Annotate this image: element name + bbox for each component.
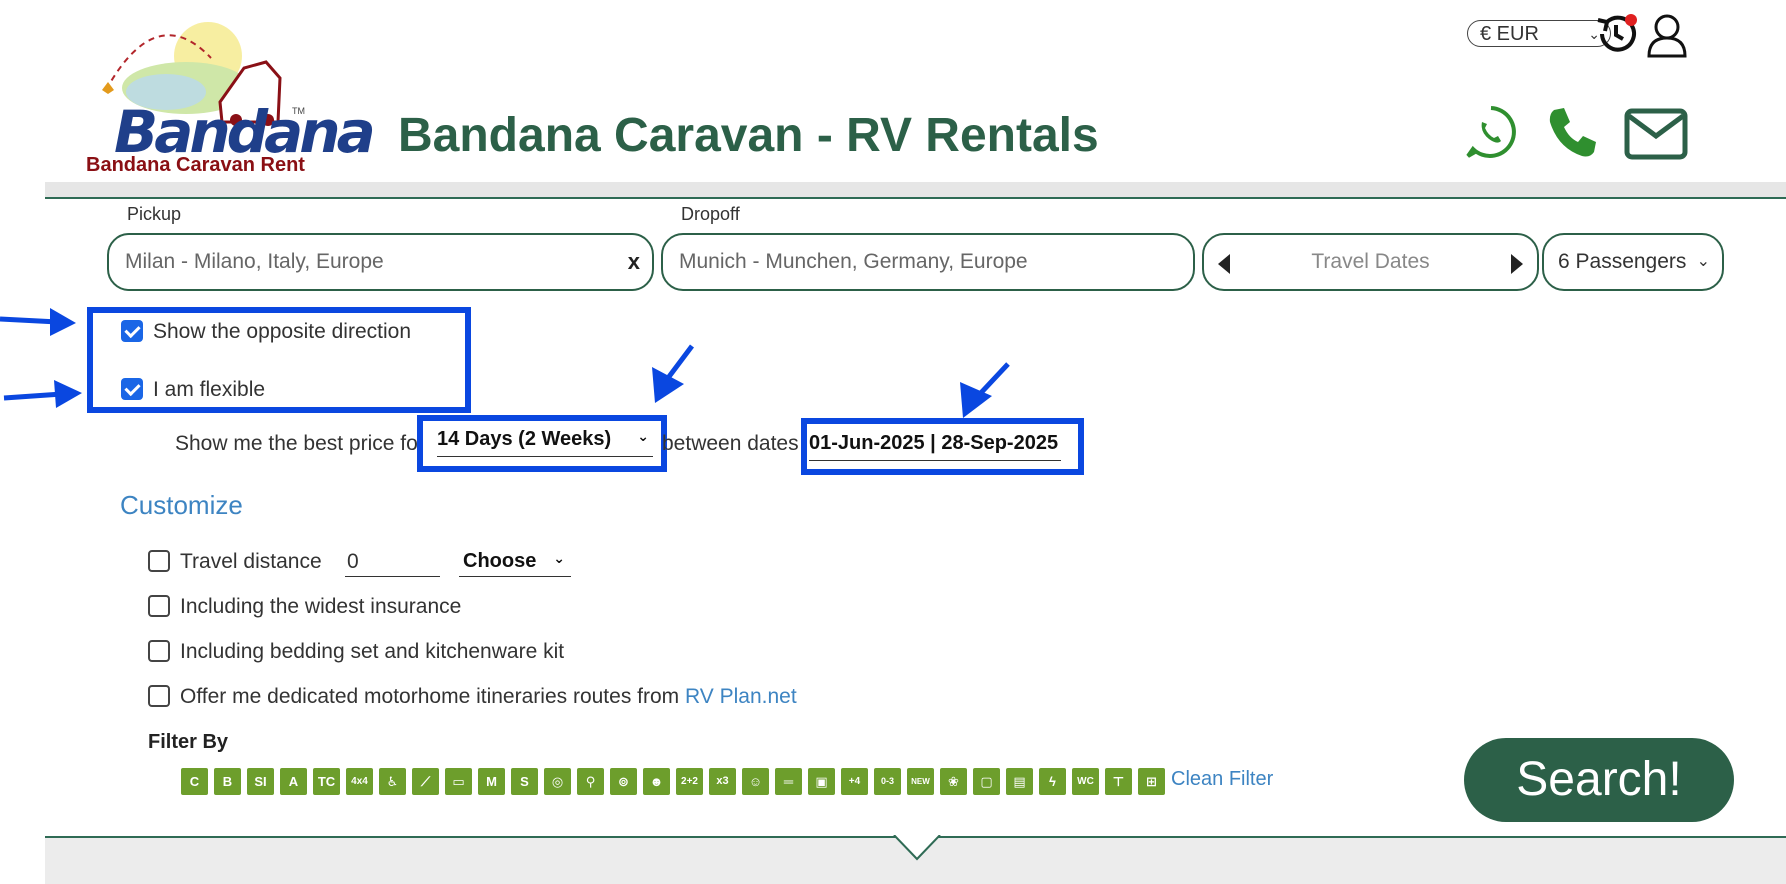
filter-0to3-icon[interactable]: 0-3 — [874, 768, 901, 795]
travel-dates-field[interactable]: Travel Dates — [1202, 233, 1539, 291]
filter-x3-icon[interactable]: x3 — [709, 768, 736, 795]
currency-value: € EUR — [1480, 23, 1539, 45]
itineraries-text: Offer me dedicated motorhome itineraries… — [180, 685, 685, 708]
filter-large-bed-icon[interactable]: ▭ — [445, 768, 472, 795]
mail-icon[interactable] — [1624, 108, 1688, 160]
whatsapp-icon[interactable] — [1463, 104, 1519, 160]
filter-class-b-icon[interactable]: B — [214, 768, 241, 795]
collapse-chevron-icon[interactable] — [892, 835, 942, 861]
filter-wc-icon[interactable]: WC — [1072, 768, 1099, 795]
opposite-direction-label: Show the opposite direction — [153, 320, 411, 343]
passengers-value: 6 Passengers — [1558, 250, 1687, 273]
phone-icon[interactable] — [1544, 104, 1600, 160]
date-range-input[interactable]: 01-Jun-2025 | 28-Sep-2025 — [809, 432, 1061, 461]
travel-distance-checkbox[interactable] — [148, 550, 170, 572]
search-button[interactable]: Search! — [1464, 738, 1734, 822]
filter-semi-integrated-icon[interactable]: SI — [247, 768, 274, 795]
distance-unit-value: Choose — [463, 550, 537, 572]
pickup-clear-button[interactable]: x — [628, 235, 640, 289]
chevron-down-icon: ⌄ — [637, 428, 649, 444]
logo-tagline: Bandana Caravan Rent — [86, 154, 305, 176]
filter-bunk-icon[interactable]: ═ — [775, 768, 802, 795]
duration-select[interactable]: 14 Days (2 Weeks) ⌄ — [437, 428, 653, 457]
insurance-label: Including the widest insurance — [180, 595, 462, 618]
travel-dates-placeholder: Travel Dates — [1311, 250, 1430, 273]
logo[interactable]: Bandana TM Bandana Caravan Rent — [86, 10, 376, 178]
pickup-value: Milan - Milano, Italy, Europe — [125, 250, 384, 273]
duration-value: 14 Days (2 Weeks) — [437, 428, 612, 450]
distance-unit-select[interactable]: Choose ⌄ — [459, 550, 571, 577]
filter-ramp-icon[interactable]: ⟋ — [412, 768, 439, 795]
bedding-checkbox[interactable] — [148, 640, 170, 662]
filter-wheelchair-icon[interactable]: ♿ — [379, 768, 406, 795]
dropoff-input[interactable]: Munich - Munchen, Germany, Europe — [661, 233, 1195, 291]
filter-title: Filter By — [148, 731, 229, 753]
rvplan-link[interactable]: RV Plan.net — [685, 685, 797, 708]
filter-2plus2-icon[interactable]: 2+2 — [676, 768, 703, 795]
best-price-label: Show me the best price for — [175, 432, 425, 455]
next-date-icon[interactable] — [1511, 254, 1523, 274]
filter-small-bed-icon[interactable]: S — [511, 768, 538, 795]
filter-search-icon[interactable]: ⚲ — [577, 768, 604, 795]
opposite-direction-checkbox[interactable] — [121, 320, 143, 342]
filter-plus4-icon[interactable]: +4 — [841, 768, 868, 795]
filter-gps-icon[interactable]: ◎ — [544, 768, 571, 795]
itineraries-label: Offer me dedicated motorhome itineraries… — [180, 685, 797, 709]
chevron-down-icon: ⌄ — [1696, 253, 1710, 270]
user-icon[interactable] — [1644, 12, 1690, 58]
filter-shower-icon[interactable]: ⊤ — [1105, 768, 1132, 795]
history-icon[interactable] — [1594, 12, 1638, 56]
filter-tv-icon[interactable]: ▢ — [973, 768, 1000, 795]
travel-distance-input[interactable]: 0 — [345, 550, 440, 577]
filter-child-seat-icon[interactable]: ☻ — [643, 768, 670, 795]
chevron-down-icon: ⌄ — [553, 550, 565, 566]
bedding-label: Including bedding set and kitchenware ki… — [180, 640, 565, 663]
filter-class-a-icon[interactable]: A — [280, 768, 307, 795]
pickup-input[interactable]: Milan - Milano, Italy, Europe x — [107, 233, 654, 291]
insurance-checkbox[interactable] — [148, 595, 170, 617]
filter-truck-camper-icon[interactable]: TC — [313, 768, 340, 795]
filter-medium-bed-icon[interactable]: M — [478, 768, 505, 795]
flexible-label: I am flexible — [153, 378, 266, 401]
customize-title[interactable]: Customize — [120, 490, 243, 521]
passengers-select[interactable]: 6 Passengers ⌄ — [1542, 233, 1724, 291]
itineraries-checkbox[interactable] — [148, 685, 170, 707]
flexible-checkbox[interactable] — [121, 378, 143, 400]
filter-4x4-icon[interactable]: 4x4 — [346, 768, 373, 795]
clean-filter-link[interactable]: Clean Filter — [1171, 768, 1273, 791]
filter-class-c-icon[interactable]: C — [181, 768, 208, 795]
filter-new-icon[interactable]: NEW — [907, 768, 934, 795]
filter-caravan-icon[interactable]: ▣ — [808, 768, 835, 795]
prev-date-icon[interactable] — [1218, 254, 1230, 274]
filter-electric-icon[interactable]: ϟ — [1039, 768, 1066, 795]
filter-pets-icon[interactable]: ❀ — [940, 768, 967, 795]
dropoff-label: Dropoff — [681, 204, 740, 224]
header-divider — [45, 182, 1786, 199]
filter-awning-icon[interactable]: ▤ — [1006, 768, 1033, 795]
travel-distance-label: Travel distance — [180, 550, 322, 573]
between-dates-label: between dates — [662, 432, 799, 455]
filter-steering-icon[interactable]: ⊚ — [610, 768, 637, 795]
dropoff-value: Munich - Munchen, Germany, Europe — [679, 250, 1028, 273]
logo-trademark: TM — [292, 106, 305, 116]
filter-family-icon[interactable]: ☺ — [742, 768, 769, 795]
page-title: Bandana Caravan - RV Rentals — [398, 109, 1099, 162]
filter-solar-icon[interactable]: ⊞ — [1138, 768, 1165, 795]
currency-select[interactable]: € EUR ⌄ — [1467, 20, 1611, 47]
pickup-label: Pickup — [127, 204, 182, 224]
